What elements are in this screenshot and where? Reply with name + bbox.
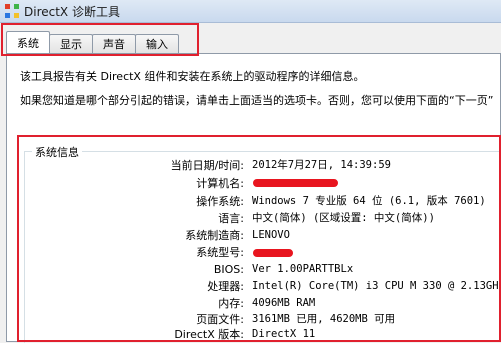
description-line-2: 如果您知道是哪个部分引起的错误，请单击上面适当的选项卡。否则，您可以使用下面的“… [20, 94, 494, 107]
directx-app-icon [5, 4, 19, 18]
system-info-annotation-box [17, 135, 501, 342]
title-bar: DirectX 诊断工具 [0, 0, 501, 23]
tabs-annotation-box [1, 23, 199, 56]
description-line-1: 该工具报告有关 DirectX 组件和安装在系统上的驱动程序的详细信息。 [20, 70, 365, 83]
window-title: DirectX 诊断工具 [24, 4, 120, 19]
